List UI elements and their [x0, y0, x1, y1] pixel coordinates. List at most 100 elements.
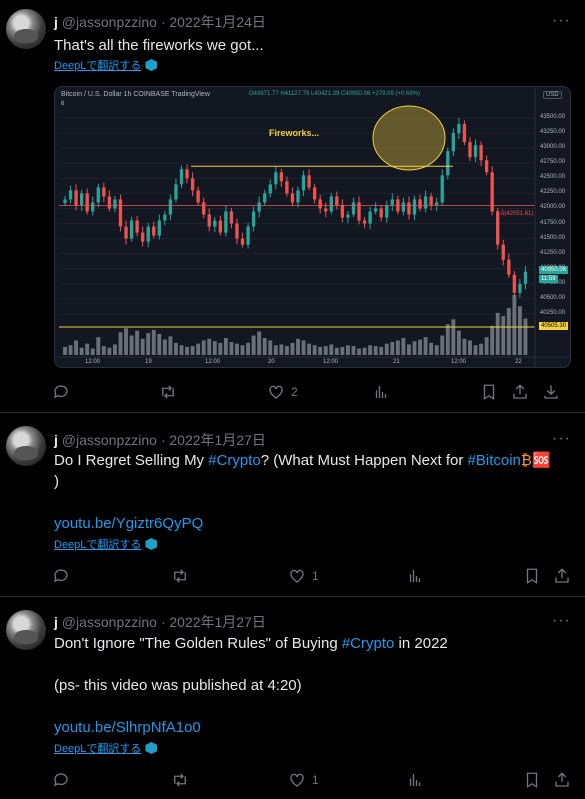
candle-body — [479, 145, 483, 161]
reply-button[interactable] — [52, 565, 70, 587]
text-segment: ? (What Must Happen Next for — [260, 452, 468, 469]
volume-bar — [68, 345, 73, 355]
volume-bar — [273, 345, 278, 355]
more-icon[interactable]: ··· — [552, 613, 571, 629]
tweet-header: j @jassonpzzino · 2022年1月24日 — [54, 12, 266, 32]
tweet-date[interactable]: · 2022年1月24日 — [161, 14, 266, 30]
candle-body — [351, 202, 356, 215]
avatar[interactable] — [6, 610, 46, 650]
author-name[interactable]: j — [54, 614, 58, 630]
volume-bar — [340, 346, 345, 355]
tweet-date[interactable]: · 2022年1月27日 — [161, 432, 266, 448]
volume-bar — [107, 347, 112, 355]
volume-bar — [201, 340, 206, 355]
translate-label[interactable]: DeepLで翻訳する — [54, 743, 141, 755]
candle-body — [318, 199, 322, 209]
tweet-date[interactable]: · 2022年1月27日 — [161, 614, 266, 630]
author-handle[interactable]: @jassonpzzino — [62, 614, 157, 630]
volume-bar — [190, 346, 195, 355]
author-name[interactable]: j — [54, 432, 58, 448]
bookmark-icon — [483, 384, 495, 401]
analytics-button[interactable] — [406, 769, 424, 791]
tweet-2[interactable]: j @jassonpzzino · 2022年1月27日 ··· Do I Re… — [0, 414, 585, 597]
chart-annotation: Fireworks... — [269, 128, 320, 138]
text-segment: Do I Regret Selling My — [54, 452, 209, 469]
volume-bar — [279, 344, 284, 355]
translate-link[interactable]: DeepLで翻訳する — [54, 536, 158, 552]
volume-bar — [357, 348, 361, 355]
author-handle[interactable]: @jassonpzzino — [62, 14, 157, 30]
hashtag-crypto[interactable]: #Crypto — [342, 635, 395, 652]
candle-body — [63, 199, 67, 204]
tweet-3[interactable]: j @jassonpzzino · 2022年1月27日 ··· Don't I… — [0, 598, 585, 799]
volume-bar — [451, 319, 456, 355]
translate-link[interactable]: DeepLで翻訳する — [54, 57, 158, 73]
currency-badge: USD — [543, 91, 562, 99]
candle-body — [202, 202, 206, 215]
volume-bar — [101, 346, 106, 355]
volume-bar — [318, 346, 323, 355]
retweet-button[interactable] — [171, 565, 189, 587]
emoji: ₿🆘 — [520, 452, 551, 469]
video-link[interactable]: youtu.be/Ygiztr6QyPQ — [54, 513, 203, 534]
volume-bar — [235, 343, 239, 355]
retweet-icon — [174, 569, 186, 583]
retweet-button[interactable] — [159, 381, 177, 403]
tweet-1[interactable]: j @jassonpzzino · 2022年1月24日 ··· That's … — [0, 0, 585, 413]
share-icon — [513, 384, 527, 399]
volume-bar — [223, 337, 228, 355]
candle-body — [440, 175, 444, 203]
candle-body — [135, 220, 139, 233]
reply-button[interactable] — [52, 381, 70, 403]
hashtag-bitcoin[interactable]: #Bitcoin — [468, 452, 521, 469]
deepl-icon — [145, 538, 158, 550]
share-button[interactable] — [553, 769, 571, 791]
more-icon[interactable]: ··· — [552, 13, 571, 29]
candle-body — [324, 208, 328, 212]
y-tick-label: 40500.00 — [540, 294, 566, 301]
avatar[interactable] — [6, 426, 46, 466]
more-icon[interactable]: ··· — [552, 431, 571, 447]
analytics-button[interactable] — [372, 381, 390, 403]
volume-bar — [368, 345, 373, 355]
candle-body — [307, 175, 311, 188]
volume-bar — [185, 346, 189, 355]
like-button[interactable]: 1 — [288, 769, 319, 791]
candle-body — [185, 169, 189, 179]
download-button[interactable] — [542, 381, 560, 403]
x-tick-label: 19 — [145, 359, 152, 365]
author-handle[interactable]: @jassonpzzino — [62, 432, 157, 448]
candle-body — [457, 124, 461, 134]
share-button[interactable] — [553, 565, 571, 587]
like-button[interactable]: 2 — [267, 381, 298, 403]
text-segment: in 2022 — [394, 635, 448, 652]
chart-indicator: 6 — [61, 101, 65, 107]
volume-bar — [229, 342, 234, 355]
analytics-button[interactable] — [406, 565, 424, 587]
share-button[interactable] — [511, 381, 529, 403]
author-name[interactable]: j — [54, 14, 58, 30]
bookmark-button[interactable] — [523, 769, 541, 791]
bookmark-button[interactable] — [523, 565, 541, 587]
translate-link[interactable]: DeepLで翻訳する — [54, 740, 158, 756]
avatar[interactable] — [6, 9, 46, 49]
volume-bar — [124, 328, 128, 355]
fireworks-highlight — [372, 105, 446, 171]
volume-bar — [257, 331, 262, 355]
candle-body — [163, 214, 167, 221]
volume-bar — [312, 345, 317, 355]
like-button[interactable]: 1 — [288, 565, 319, 587]
hashtag-crypto[interactable]: #Crypto — [208, 452, 261, 469]
volume-bar — [445, 324, 450, 355]
bookmark-button[interactable] — [480, 381, 498, 403]
candle-body — [312, 187, 317, 200]
volume-bar — [151, 329, 156, 355]
volume-bar — [196, 343, 201, 355]
tweet-header: j @jassonpzzino · 2022年1月27日 — [54, 612, 266, 632]
video-link[interactable]: youtu.be/SlhrpNfA1o0 — [54, 717, 201, 738]
translate-label[interactable]: DeepLで翻訳する — [54, 60, 141, 72]
reply-button[interactable] — [52, 769, 70, 791]
chart-image[interactable]: Bitcoin / U.S. Dollar 1h COINBASE Tradin… — [54, 86, 571, 368]
translate-label[interactable]: DeepLで翻訳する — [54, 539, 141, 551]
retweet-button[interactable] — [171, 769, 189, 791]
